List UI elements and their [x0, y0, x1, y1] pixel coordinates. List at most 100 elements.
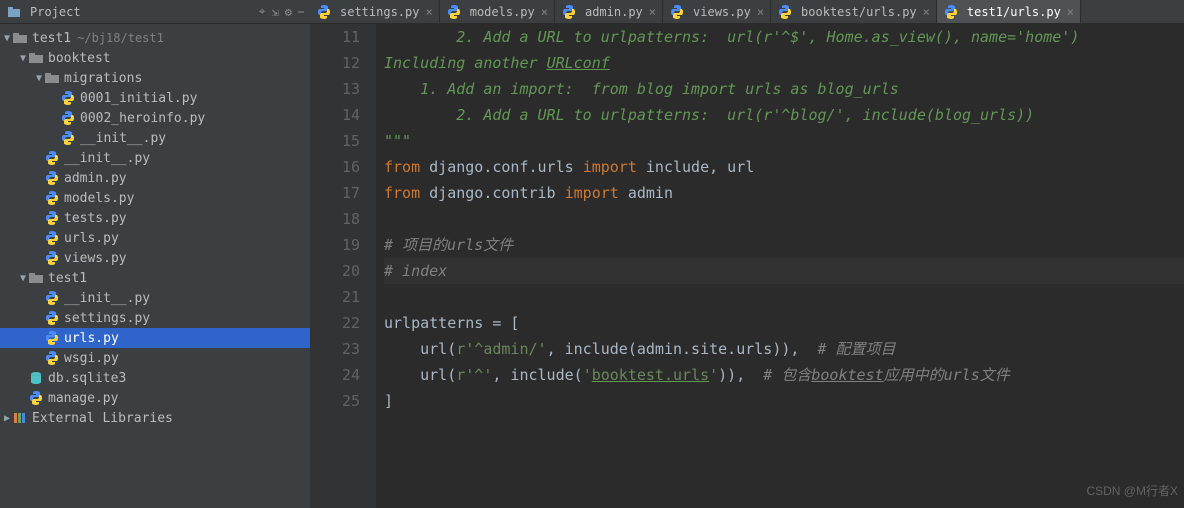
- gear-icon[interactable]: ⚙: [285, 5, 292, 19]
- tab-models[interactable]: models.py ×: [440, 0, 555, 23]
- sidebar-title-label: Project: [30, 5, 81, 19]
- code-line[interactable]: 2. Add a URL to urlpatterns: url(r'^$', …: [384, 24, 1184, 50]
- locate-icon[interactable]: ⌖: [259, 4, 266, 19]
- tree-node-label: db.sqlite3: [48, 371, 126, 386]
- tree-node-label: urls.py: [64, 331, 119, 346]
- tree-node-manage[interactable]: ·manage.py: [0, 388, 310, 408]
- tree-node-label: booktest: [48, 51, 111, 66]
- tree-node-tests[interactable]: ·tests.py: [0, 208, 310, 228]
- sidebar-header: Project ⌖ ⇲ ⚙ ⎯: [0, 0, 310, 24]
- tab-admin[interactable]: admin.py ×: [555, 0, 663, 23]
- tree-node-label: __init__.py: [80, 131, 166, 146]
- close-icon[interactable]: ×: [1067, 5, 1074, 19]
- code-line[interactable]: Including another URLconf: [384, 50, 1184, 76]
- project-sidebar: Project ⌖ ⇲ ⚙ ⎯ ▼test1~/bj18/test1▼bookt…: [0, 0, 310, 508]
- collapse-icon[interactable]: ⇲: [272, 5, 279, 19]
- editor-pane: settings.py × models.py × admin.py × views.py ×…: [310, 0, 1184, 508]
- close-icon[interactable]: ×: [923, 5, 930, 19]
- tab-label: settings.py: [340, 5, 419, 19]
- tree-node-admin[interactable]: ·admin.py: [0, 168, 310, 188]
- tree-node-label: test1: [32, 31, 71, 46]
- code-line[interactable]: from django.conf.urls import include, ur…: [384, 154, 1184, 180]
- tree-node-models[interactable]: ·models.py: [0, 188, 310, 208]
- tree-node-bturls[interactable]: ·urls.py: [0, 228, 310, 248]
- close-icon[interactable]: ×: [757, 5, 764, 19]
- code-lines[interactable]: 2. Add a URL to urlpatterns: url(r'^$', …: [376, 24, 1184, 508]
- tree-node-label: tests.py: [64, 211, 127, 226]
- tree-node-t1urls[interactable]: ·urls.py: [0, 328, 310, 348]
- project-tree[interactable]: ▼test1~/bj18/test1▼booktest▼migrations·0…: [0, 24, 310, 432]
- close-icon[interactable]: ×: [425, 5, 432, 19]
- tab-label: views.py: [693, 5, 751, 19]
- tree-node-migrations[interactable]: ▼migrations: [0, 68, 310, 88]
- tree-node-label: urls.py: [64, 231, 119, 246]
- line-number: 24: [310, 362, 360, 388]
- code-line[interactable]: urlpatterns = [: [384, 310, 1184, 336]
- code-line[interactable]: # 项目的urls文件: [384, 232, 1184, 258]
- project-icon: [6, 4, 22, 20]
- tree-node-label: test1: [48, 271, 87, 286]
- code-line[interactable]: 1. Add an import: from blog import urls …: [384, 76, 1184, 102]
- line-number: 25: [310, 388, 360, 414]
- tree-node-t1init[interactable]: ·__init__.py: [0, 288, 310, 308]
- code-line[interactable]: url(r'^admin/', include(admin.site.urls)…: [384, 336, 1184, 362]
- line-number: 17: [310, 180, 360, 206]
- tab-t1urls[interactable]: test1/urls.py ×: [937, 0, 1081, 23]
- editor-tab-bar: settings.py × models.py × admin.py × views.py ×…: [310, 0, 1184, 24]
- tab-label: test1/urls.py: [967, 5, 1061, 19]
- tree-node-wsgi[interactable]: ·wsgi.py: [0, 348, 310, 368]
- line-number: 21: [310, 284, 360, 310]
- code-line[interactable]: 2. Add a URL to urlpatterns: url(r'^blog…: [384, 102, 1184, 128]
- tree-node-db[interactable]: ·db.sqlite3: [0, 368, 310, 388]
- line-number: 11: [310, 24, 360, 50]
- line-number: 13: [310, 76, 360, 102]
- tree-node-settings[interactable]: ·settings.py: [0, 308, 310, 328]
- tree-node-root[interactable]: ▼test1~/bj18/test1: [0, 28, 310, 48]
- code-area[interactable]: 111213141516171819202122232425 2. Add a …: [310, 24, 1184, 508]
- tree-node-label: migrations: [64, 71, 142, 86]
- line-number: 22: [310, 310, 360, 336]
- tab-label: models.py: [470, 5, 535, 19]
- tree-node-label: wsgi.py: [64, 351, 119, 366]
- code-line[interactable]: ]: [384, 388, 1184, 414]
- tree-node-label: settings.py: [64, 311, 150, 326]
- tree-node-label: External Libraries: [32, 411, 173, 426]
- line-number: 20: [310, 258, 360, 284]
- hide-icon[interactable]: ⎯: [298, 4, 304, 19]
- tree-node-label: models.py: [64, 191, 134, 206]
- tree-node-mig2[interactable]: ·0002_heroinfo.py: [0, 108, 310, 128]
- line-number: 16: [310, 154, 360, 180]
- line-number: 23: [310, 336, 360, 362]
- tree-node-booktest[interactable]: ▼booktest: [0, 48, 310, 68]
- tree-node-miginit[interactable]: ·__init__.py: [0, 128, 310, 148]
- tab-label: admin.py: [585, 5, 643, 19]
- code-line[interactable]: url(r'^', include('booktest.urls')), # 包…: [384, 362, 1184, 388]
- close-icon[interactable]: ×: [541, 5, 548, 19]
- tab-settings[interactable]: settings.py ×: [310, 0, 440, 23]
- line-number: 19: [310, 232, 360, 258]
- tree-node-label: views.py: [64, 251, 127, 266]
- tree-node-test1pkg[interactable]: ▼test1: [0, 268, 310, 288]
- close-icon[interactable]: ×: [649, 5, 656, 19]
- line-gutter: 111213141516171819202122232425: [310, 24, 376, 508]
- tree-node-label: 0001_initial.py: [80, 91, 197, 106]
- tab-bturls[interactable]: booktest/urls.py ×: [771, 0, 937, 23]
- code-line[interactable]: from django.contrib import admin: [384, 180, 1184, 206]
- tree-node-extlib[interactable]: ▶External Libraries: [0, 408, 310, 428]
- watermark: CSDN @M行者X: [1086, 478, 1178, 504]
- tab-views[interactable]: views.py ×: [663, 0, 771, 23]
- code-line[interactable]: [384, 284, 1184, 310]
- tree-node-btinit[interactable]: ·__init__.py: [0, 148, 310, 168]
- tab-label: booktest/urls.py: [801, 5, 917, 19]
- tree-node-label: manage.py: [48, 391, 118, 406]
- tree-node-label: __init__.py: [64, 151, 150, 166]
- code-line[interactable]: # index: [384, 258, 1184, 284]
- tree-node-views[interactable]: ·views.py: [0, 248, 310, 268]
- tree-node-label: admin.py: [64, 171, 127, 186]
- line-number: 18: [310, 206, 360, 232]
- code-line[interactable]: [384, 206, 1184, 232]
- tree-node-mig1[interactable]: ·0001_initial.py: [0, 88, 310, 108]
- code-line[interactable]: """: [384, 128, 1184, 154]
- line-number: 15: [310, 128, 360, 154]
- sidebar-title[interactable]: Project: [6, 4, 81, 20]
